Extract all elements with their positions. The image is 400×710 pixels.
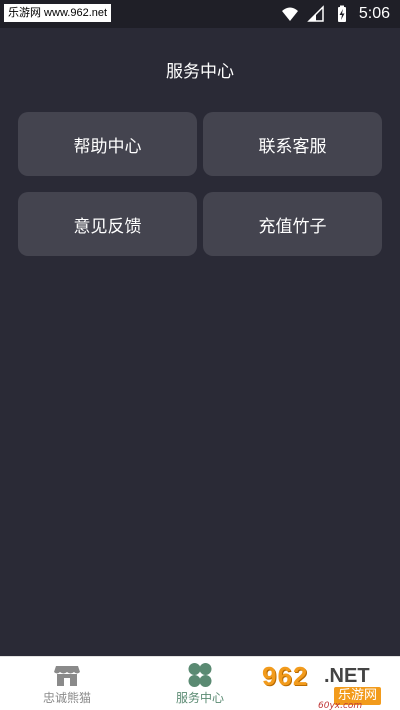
status-bar: 乐游网 www.962.net 5:06 bbox=[0, 0, 400, 28]
watermark-small: 60yx.com bbox=[318, 701, 363, 710]
watermark-number: 962 bbox=[262, 661, 309, 691]
contact-support-label: 联系客服 bbox=[258, 136, 327, 157]
watermark-logo: 962 .NET 乐游网 60yx.com bbox=[262, 661, 398, 710]
status-right: 5:06 bbox=[281, 0, 390, 28]
help-center-button[interactable]: 帮助中心 bbox=[18, 112, 197, 176]
store-icon bbox=[54, 666, 80, 686]
contact-support-button[interactable]: 联系客服 bbox=[203, 112, 382, 176]
clover-icon bbox=[188, 663, 212, 687]
signal-icon bbox=[307, 5, 324, 22]
nav-label-loyal-panda: 忠诚熊猫 bbox=[42, 691, 91, 705]
watermark-suffix: .NET bbox=[324, 665, 370, 687]
page-title: 服务中心 bbox=[166, 62, 234, 82]
feedback-label: 意见反馈 bbox=[73, 216, 142, 237]
help-center-label: 帮助中心 bbox=[73, 136, 142, 157]
screen: 乐游网 www.962.net 5:06 服务中心 帮助中心 联系客服 意见反馈… bbox=[0, 0, 400, 710]
clock: 5:06 bbox=[358, 5, 390, 22]
wifi-icon bbox=[281, 7, 298, 21]
watermark-top-left: 乐游网 www.962.net bbox=[4, 4, 112, 22]
recharge-bamboo-label: 充值竹子 bbox=[258, 216, 327, 237]
nav-item-loyal-panda[interactable]: 忠诚熊猫 bbox=[12, 657, 122, 710]
nav-item-service-center[interactable]: 服务中心 bbox=[145, 657, 255, 710]
recharge-bamboo-button[interactable]: 充值竹子 bbox=[203, 192, 382, 256]
feedback-button[interactable]: 意见反馈 bbox=[18, 192, 197, 256]
battery-charging-icon bbox=[337, 5, 346, 22]
bottom-nav: 忠诚熊猫 服务中心 962 .NET 乐游网 60yx.com bbox=[0, 656, 400, 710]
nav-label-service-center: 服务中心 bbox=[175, 691, 224, 705]
